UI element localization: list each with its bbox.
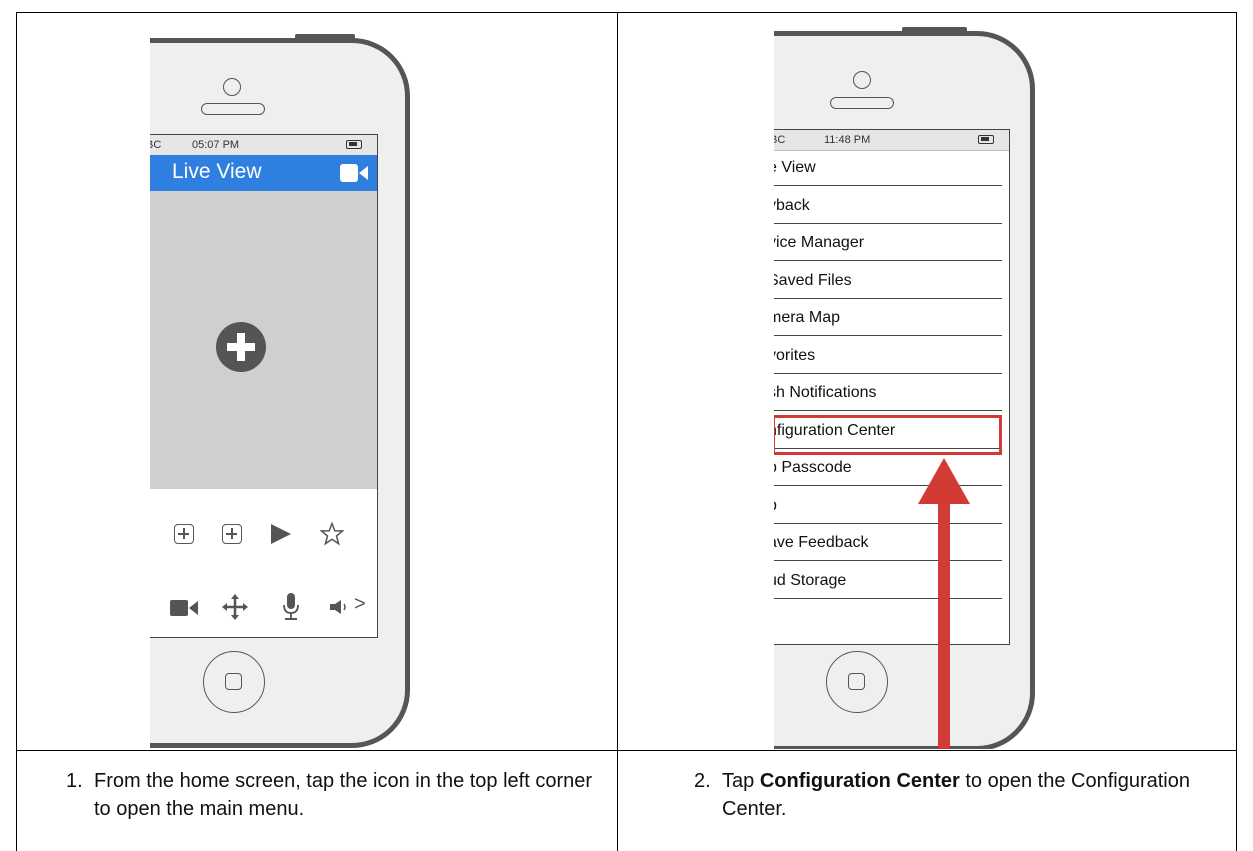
menu-item-label: Saved Files — [774, 271, 852, 289]
right-screen: BC 11:48 PM e View yback vice Manager Save… — [774, 129, 1010, 645]
menu-item-label: e View — [774, 159, 816, 176]
menu-item-label: sh Notifications — [774, 384, 877, 401]
menu-item-label: vice Manager — [774, 234, 865, 251]
battery-icon — [978, 135, 994, 144]
menu-item[interactable]: vice Manager — [774, 225, 1002, 261]
menu-item[interactable]: vorites — [774, 338, 1002, 374]
menu-item[interactable]: yback — [774, 188, 1002, 224]
menu-item-label: mera Map — [774, 309, 841, 326]
status-time: 05:07 PM — [192, 139, 240, 151]
menu-item-label: p Passcode — [774, 459, 852, 476]
play-icon[interactable] — [270, 523, 292, 545]
step-number: 1. — [66, 770, 83, 792]
video-area[interactable] — [150, 191, 377, 489]
move-icon[interactable] — [222, 594, 248, 620]
add-box-icon[interactable] — [174, 524, 194, 544]
add-circle-icon[interactable] — [216, 322, 266, 372]
live-view-header: Live View — [150, 155, 377, 191]
battery-icon — [346, 140, 362, 149]
carrier-label: BC — [150, 139, 162, 151]
right-phone-mockup: BC 11:48 PM e View yback vice Manager Save… — [774, 20, 1074, 749]
camera-dot — [223, 78, 241, 96]
menu-item[interactable]: sh Notifications — [774, 375, 1002, 411]
step-text: Tap Configuration Center to open the Con… — [722, 767, 1202, 823]
playback-toolbar — [150, 489, 377, 580]
camera-icon[interactable] — [340, 164, 368, 182]
speaker-slot — [830, 97, 894, 109]
status-bar: BC 05:07 PM — [150, 135, 377, 156]
step-text-bold: Configuration Center — [759, 770, 960, 792]
carrier-label: BC — [774, 134, 786, 146]
menu-item-label: vorites — [774, 346, 816, 364]
home-button — [826, 651, 888, 713]
menu-item-label: ave Feedback — [774, 534, 869, 551]
step-text-prefix: Tap — [722, 770, 760, 792]
menu-item-label: ud Storage — [774, 571, 847, 589]
menu-item[interactable]: Saved Files — [774, 263, 1002, 299]
more-arrow[interactable]: > — [354, 593, 366, 616]
status-bar: BC 11:48 PM — [774, 130, 1009, 151]
menu-item[interactable]: mera Map — [774, 300, 1002, 336]
microphone-icon[interactable] — [282, 593, 300, 621]
home-button — [203, 651, 265, 713]
star-icon[interactable] — [320, 522, 344, 546]
highlight-box — [774, 415, 1002, 455]
menu-item[interactable]: e View — [774, 150, 1002, 186]
left-phone-mockup: BC 05:07 PM Live View — [150, 20, 450, 749]
camera-dot — [853, 71, 871, 89]
speaker-icon[interactable] — [330, 599, 350, 615]
add-box-icon[interactable] — [222, 524, 242, 544]
speaker-slot — [201, 103, 265, 115]
step-number: 2. — [694, 770, 711, 792]
control-toolbar: > — [150, 579, 377, 637]
left-screen: BC 05:07 PM Live View — [150, 134, 378, 638]
video-camera-icon[interactable] — [170, 599, 198, 617]
page-title: Live View — [172, 160, 262, 183]
menu-item-label: p — [774, 489, 777, 523]
up-arrow-icon — [918, 458, 970, 749]
status-time: 11:48 PM — [824, 134, 871, 146]
menu-item-label: yback — [774, 196, 810, 214]
step-text: From the home screen, tap the icon in th… — [94, 770, 593, 820]
